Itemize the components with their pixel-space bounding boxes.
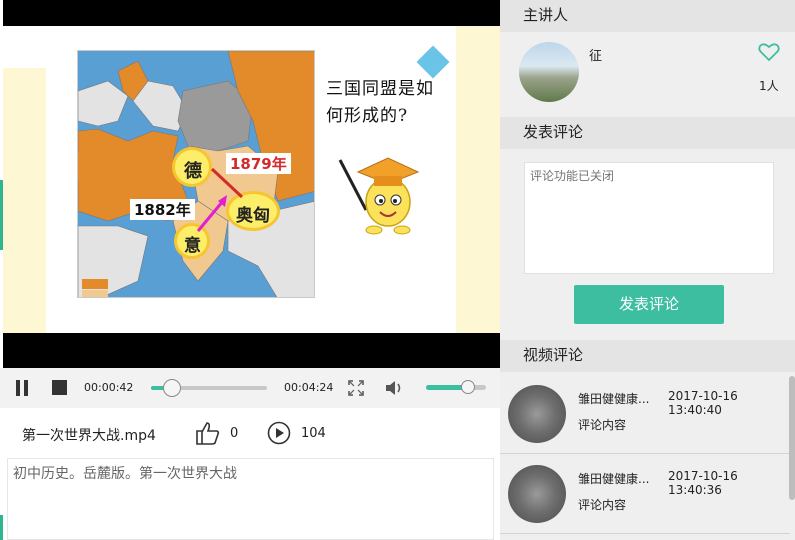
comment-date: 2017-10-16 13:40:40 bbox=[668, 389, 738, 417]
follower-count: 1人 bbox=[759, 79, 779, 93]
lecturer-name: 征 bbox=[589, 49, 603, 64]
pause-icon bbox=[16, 380, 20, 396]
comment-form-title: 发表评论 bbox=[500, 117, 795, 149]
total-time: 00:04:24 bbox=[284, 381, 334, 394]
lecturer-section-title: 主讲人 bbox=[500, 0, 795, 32]
like-button[interactable] bbox=[195, 421, 221, 445]
year-1882-label: 1882年 bbox=[130, 199, 195, 220]
heart-icon bbox=[758, 43, 780, 62]
comment-content: 评论内容 bbox=[578, 418, 627, 432]
comment-textarea[interactable] bbox=[524, 162, 774, 274]
like-count: 0 bbox=[230, 426, 239, 441]
left-edge-accent-bottom bbox=[0, 515, 3, 540]
video-filename: 第一次世界大战.mp4 bbox=[22, 428, 156, 444]
commenter-avatar[interactable] bbox=[508, 465, 566, 523]
volume-button[interactable] bbox=[385, 379, 405, 397]
progress-handle[interactable] bbox=[162, 379, 181, 397]
comment-item: 雏田健健康... 2017-10-16 13:40:40 评论内容 bbox=[500, 376, 790, 454]
video-panel: 德 奥匈 意 1879年 1882年 三国同盟是如何形成的? 00:00:42 … bbox=[0, 0, 500, 540]
volume-slider[interactable] bbox=[426, 380, 486, 394]
alliance-arrows bbox=[196, 167, 244, 232]
comments-section-title: 视频评论 bbox=[500, 340, 795, 372]
commenter-name[interactable]: 雏田健健康... bbox=[578, 390, 649, 407]
player-controls: 00:00:42 00:04:24 bbox=[0, 368, 500, 408]
fullscreen-icon bbox=[348, 380, 364, 396]
play-count-icon-wrap bbox=[267, 421, 291, 445]
video-frame: 德 奥匈 意 1879年 1882年 三国同盟是如何形成的? bbox=[3, 26, 500, 333]
video-player[interactable]: 德 奥匈 意 1879年 1882年 三国同盟是如何形成的? bbox=[3, 0, 500, 368]
video-info-row: 第一次世界大战.mp4 0 104 bbox=[0, 408, 500, 456]
comment-date: 2017-10-16 13:40:36 bbox=[668, 469, 738, 497]
comments-scrollbar[interactable] bbox=[789, 376, 795, 500]
play-count: 104 bbox=[301, 426, 326, 441]
speaker-icon bbox=[386, 381, 401, 395]
comment-content: 评论内容 bbox=[578, 498, 627, 512]
lecturer-avatar[interactable] bbox=[519, 42, 579, 102]
europe-map-image: 德 奥匈 意 1879年 1882年 bbox=[77, 50, 315, 298]
commenter-avatar[interactable] bbox=[508, 385, 566, 443]
comment-item: 雏田健健康... 2017-10-16 13:40:36 评论内容 bbox=[500, 456, 790, 534]
slide-question: 三国同盟是如何形成的? bbox=[326, 79, 434, 126]
volume-handle[interactable] bbox=[461, 380, 475, 394]
current-time: 00:00:42 bbox=[84, 381, 134, 394]
year-1879-label: 1879年 bbox=[226, 153, 291, 174]
progress-bar[interactable] bbox=[151, 379, 267, 397]
thumbs-up-icon bbox=[196, 422, 220, 445]
play-circle-icon bbox=[267, 421, 291, 445]
video-description: 初中历史。岳麓版。第一次世界大战 bbox=[7, 458, 494, 540]
submit-comment-button[interactable]: 发表评论 bbox=[574, 285, 724, 324]
sidebar: 主讲人 征 1人 发表评论 发表评论 视频评论 雏田健健康... 2017-10… bbox=[500, 0, 795, 540]
fullscreen-button[interactable] bbox=[348, 380, 364, 396]
follow-button[interactable] bbox=[758, 42, 780, 62]
stop-button[interactable] bbox=[52, 380, 67, 395]
cartoon-teacher-image bbox=[338, 157, 420, 235]
pause-button[interactable] bbox=[14, 380, 30, 396]
commenter-name[interactable]: 雏田健健康... bbox=[578, 470, 649, 487]
